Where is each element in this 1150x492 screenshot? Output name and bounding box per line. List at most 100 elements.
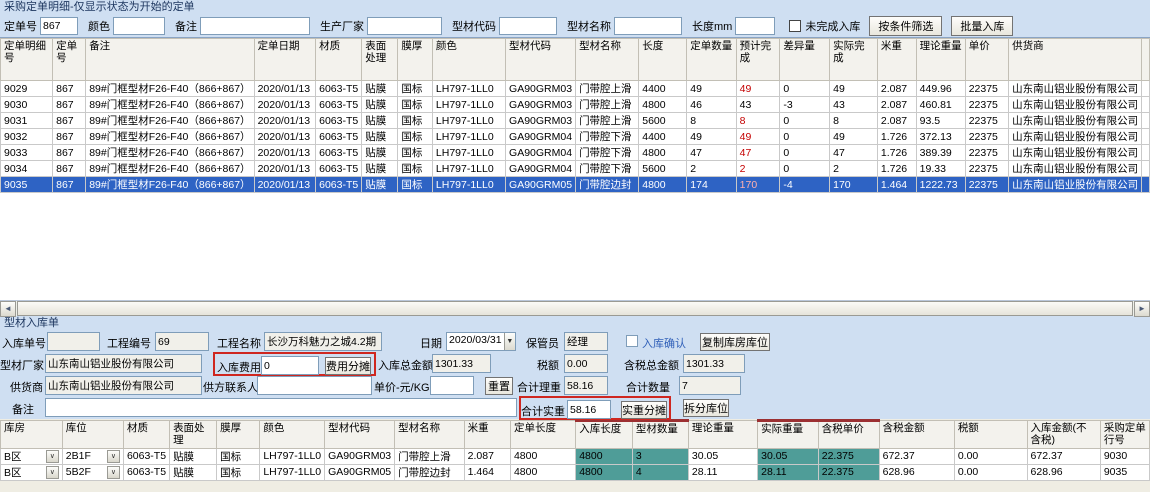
filter-by-condition-button[interactable]: 按条件筛选: [869, 16, 942, 36]
order-cell: 山东南山铝业股份有限公司: [1009, 81, 1142, 97]
inbound-column-header[interactable]: 入库金额(不含税): [1027, 421, 1100, 449]
order-column-header[interactable]: 膜厚: [398, 39, 433, 81]
tax-input[interactable]: [564, 354, 608, 373]
total-amount-input[interactable]: [432, 354, 491, 373]
batch-inbound-button[interactable]: 批量入库: [951, 16, 1013, 36]
inbound-column-header[interactable]: 入库长度: [576, 421, 633, 449]
order-table-row[interactable]: 903286789#门框型材F26-F40（866+867）2020/01/13…: [1, 129, 1150, 145]
inbound-column-header[interactable]: 库位: [62, 421, 123, 449]
dropdown-arrow-icon[interactable]: ∨: [46, 450, 59, 463]
order-cell: 22375: [965, 177, 1008, 193]
project-no-input[interactable]: [155, 332, 209, 351]
inbound-cell: 0.00: [954, 464, 1027, 480]
inbound-confirm-checkbox[interactable]: [626, 335, 638, 347]
order-column-header[interactable]: 定单号: [53, 39, 86, 81]
inbound-column-header[interactable]: 膜厚: [217, 421, 260, 449]
order-table-row[interactable]: 902986789#门框型材F26-F40（866+867）2020/01/13…: [1, 81, 1150, 97]
dropdown-arrow-icon[interactable]: ∨: [107, 466, 120, 479]
reset-button[interactable]: 重置: [485, 377, 513, 395]
inbound-remark-input[interactable]: [45, 398, 517, 417]
keeper-input[interactable]: [564, 332, 608, 351]
inbound-column-header[interactable]: 米重: [464, 421, 510, 449]
inbound-column-header[interactable]: 含税单价: [818, 421, 879, 449]
inbound-cell: 5B2F∨: [62, 464, 123, 480]
order-column-header[interactable]: 型材名称: [576, 39, 639, 81]
inbound-column-header[interactable]: 型材数量: [632, 421, 688, 449]
inbound-no-input[interactable]: [47, 332, 100, 351]
inbound-cell: 628.96: [1027, 464, 1100, 480]
actual-weight-share-button[interactable]: 实重分摊: [621, 401, 667, 419]
inbound-column-header[interactable]: 理论重量: [688, 421, 757, 449]
inbound-column-header[interactable]: 型材代码: [325, 421, 395, 449]
inbound-column-header[interactable]: 采购定单行号: [1100, 421, 1149, 449]
scroll-left-icon[interactable]: ◄: [0, 301, 16, 317]
order-table-row[interactable]: 903186789#门框型材F26-F40（866+867）2020/01/13…: [1, 113, 1150, 129]
order-column-header[interactable]: 型材代码: [506, 39, 576, 81]
order-table-row[interactable]: 903086789#门框型材F26-F40（866+867）2020/01/13…: [1, 97, 1150, 113]
inbound-column-header[interactable]: 库房: [1, 421, 63, 449]
filter-profile-name-input[interactable]: [614, 17, 682, 35]
split-location-button[interactable]: 拆分库位: [683, 399, 729, 417]
inbound-column-header[interactable]: 表面处理: [170, 421, 217, 449]
order-column-header[interactable]: 实际完成: [830, 39, 878, 81]
inbound-column-header[interactable]: 定单长度: [510, 421, 575, 449]
inbound-column-header[interactable]: 型材名称: [395, 421, 464, 449]
order-column-header[interactable]: 预计完成: [736, 39, 780, 81]
order-column-header[interactable]: 定单日期: [254, 39, 316, 81]
inbound-table-row[interactable]: B区∨2B1F∨6063-T5贴膜国标LH797-1LL0GA90GRM03门带…: [1, 448, 1150, 464]
order-table-row[interactable]: 903586789#门框型材F26-F40（866+867）2020/01/13…: [1, 177, 1150, 193]
scrollbar-thumb[interactable]: [17, 301, 1133, 316]
date-picker[interactable]: 2020/03/31 ▼: [446, 332, 516, 351]
factory-input[interactable]: [45, 354, 202, 373]
order-column-header[interactable]: 备注: [86, 39, 254, 81]
dropdown-arrow-icon[interactable]: ∨: [107, 450, 120, 463]
calendar-dropdown-icon[interactable]: ▼: [504, 333, 515, 350]
inbound-column-header[interactable]: 含税金额: [879, 421, 954, 449]
scroll-right-icon[interactable]: ►: [1134, 301, 1150, 317]
unit-price-input[interactable]: [430, 376, 474, 395]
order-cell: 9031: [1, 113, 53, 129]
filter-color-input[interactable]: [113, 17, 165, 35]
filter-profile-code-input[interactable]: [499, 17, 557, 35]
order-column-header[interactable]: 单价: [965, 39, 1008, 81]
order-column-header[interactable]: 供货商: [1009, 39, 1142, 81]
order-table-row[interactable]: 903386789#门框型材F26-F40（866+867）2020/01/13…: [1, 145, 1150, 161]
supplier-contact-input[interactable]: [257, 376, 372, 395]
inbound-column-header[interactable]: 税额: [954, 421, 1027, 449]
supplier-input[interactable]: [45, 376, 202, 395]
order-column-header[interactable]: 米重: [877, 39, 916, 81]
total-qty-input[interactable]: [679, 376, 741, 395]
horizontal-scrollbar[interactable]: ◄ ►: [0, 300, 1150, 316]
fee-input[interactable]: [261, 356, 319, 375]
order-column-header[interactable]: 颜色: [432, 39, 505, 81]
inbound-column-header[interactable]: 材质: [123, 421, 169, 449]
project-name-input[interactable]: [264, 332, 382, 351]
inbound-column-header[interactable]: 颜色: [260, 421, 325, 449]
copy-location-button[interactable]: 复制库房库位: [700, 333, 770, 351]
dropdown-arrow-icon[interactable]: ∨: [46, 466, 59, 479]
inbound-column-header[interactable]: 实际重量: [758, 421, 819, 449]
inbound-table-row[interactable]: B区∨5B2F∨6063-T5贴膜国标LH797-1LL0GA90GRM05门带…: [1, 464, 1150, 480]
order-cell: 9032: [1, 129, 53, 145]
unfinished-inbound-checkbox[interactable]: [789, 20, 801, 32]
order-column-header[interactable]: 理论重量: [916, 39, 965, 81]
filter-order-no-input[interactable]: [40, 17, 78, 35]
fee-share-button[interactable]: 费用分摊: [325, 357, 371, 375]
order-column-header[interactable]: 材质: [316, 39, 362, 81]
order-cell: 867: [53, 145, 86, 161]
filter-length-input[interactable]: [735, 17, 775, 35]
order-column-header[interactable]: 表面处理: [362, 39, 398, 81]
total-actual-weight-input[interactable]: [567, 400, 611, 419]
order-column-header[interactable]: 定单明细号: [1, 39, 53, 81]
total-theory-weight-input[interactable]: [564, 376, 608, 395]
filter-manufacturer-input[interactable]: [367, 17, 442, 35]
order-cell: 山东南山铝业股份有限公司: [1009, 161, 1142, 177]
order-column-header[interactable]: 差异量: [780, 39, 830, 81]
order-cell: LH797-1LL0: [432, 145, 505, 161]
order-column-header[interactable]: 定单数量: [687, 39, 736, 81]
tax-total-input[interactable]: [683, 354, 745, 373]
order-cell: [1142, 129, 1150, 145]
filter-remark-input[interactable]: [200, 17, 310, 35]
order-column-header[interactable]: 长度: [639, 39, 687, 81]
order-table-row[interactable]: 903486789#门框型材F26-F40（866+867）2020/01/13…: [1, 161, 1150, 177]
